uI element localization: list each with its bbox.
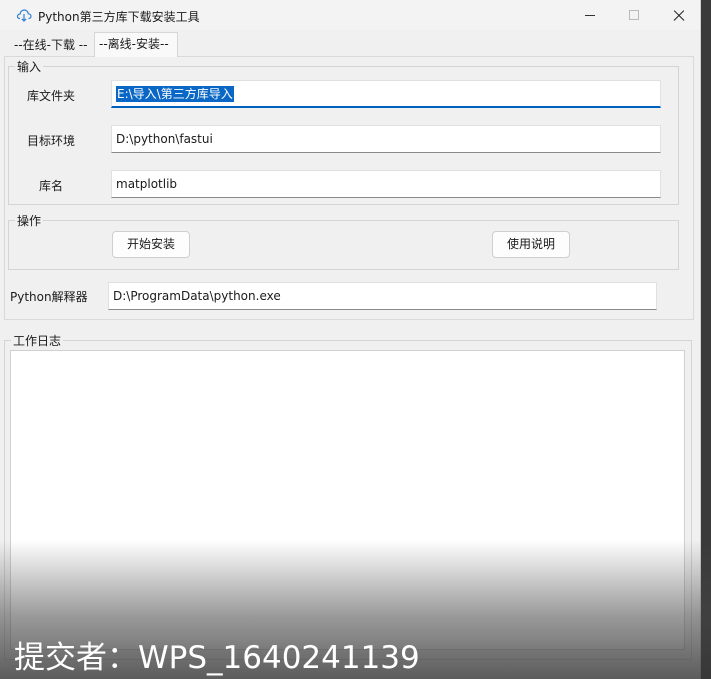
minimize-button[interactable] — [568, 0, 614, 30]
library-folder-value: E:\导入\第三方库导入 — [116, 86, 234, 102]
work-log-legend: 工作日志 — [11, 332, 64, 349]
submitter-watermark: 提交者：WPS_1640241139 — [14, 640, 420, 676]
target-env-input[interactable]: D:\python\fastui — [111, 125, 661, 153]
library-name-label: 库名 — [39, 179, 64, 193]
library-folder-label: 库文件夹 — [27, 89, 76, 103]
start-install-button[interactable]: 开始安装 — [112, 231, 190, 258]
cloud-download-icon — [16, 9, 32, 22]
title-bar[interactable]: Python第三方库下载安装工具 — [0, 0, 700, 30]
maximize-button[interactable] — [611, 0, 657, 30]
close-button[interactable] — [656, 0, 702, 30]
help-button[interactable]: 使用说明 — [492, 231, 570, 258]
input-group-legend: 输入 — [15, 58, 44, 75]
library-folder-input[interactable]: E:\导入\第三方库导入 — [111, 80, 661, 108]
interpreter-label: Python解释器 — [10, 290, 88, 304]
operations-group-legend: 操作 — [15, 212, 44, 229]
window-title: Python第三方库下载安装工具 — [38, 10, 200, 24]
operations-group: 操作 — [8, 212, 679, 270]
library-name-input[interactable]: matplotlib — [111, 170, 661, 198]
interpreter-input[interactable]: D:\ProgramData\python.exe — [108, 282, 657, 310]
tab-offline-install[interactable]: --离线-安装-- — [94, 32, 178, 57]
target-env-label: 目标环境 — [27, 134, 76, 148]
tab-online-download[interactable]: --在线-下载 -- — [10, 34, 94, 57]
